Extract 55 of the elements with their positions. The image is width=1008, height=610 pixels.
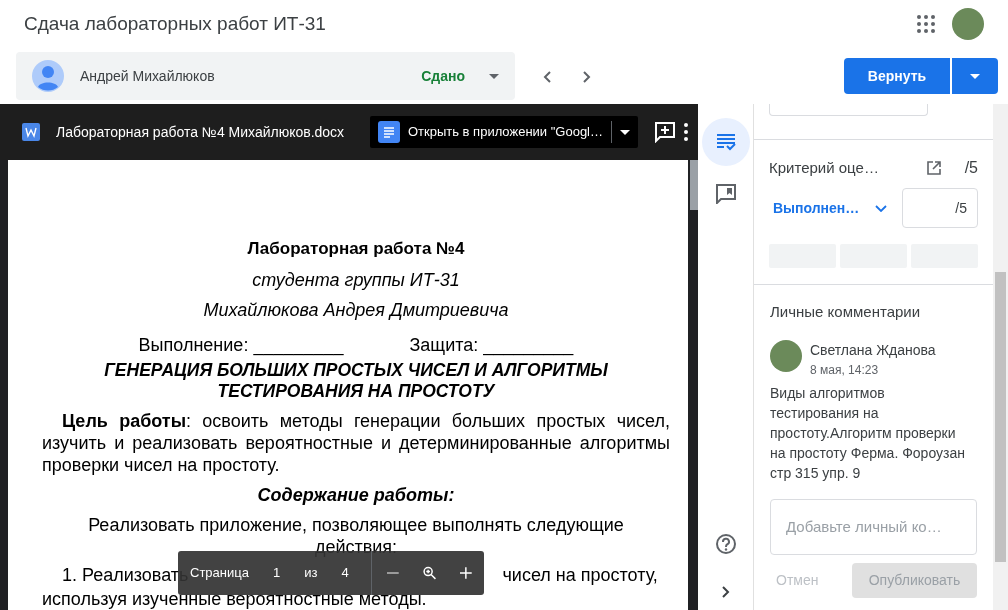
comment-bookmark-icon (715, 184, 736, 204)
document-title: Лабораторная работа №4 (246, 238, 466, 260)
document-subtitle: студента группы ИТ-31 (251, 269, 461, 291)
scrollbar[interactable] (993, 104, 1008, 610)
person-avatar-icon (32, 60, 64, 92)
rubric-tab[interactable] (701, 118, 750, 166)
scrollbar[interactable] (690, 160, 698, 210)
comment-time: 8 мая, 14:23 (810, 361, 880, 379)
chevron-left-icon (543, 70, 551, 83)
page-count: 4 (341, 564, 349, 583)
document-app-icon (377, 121, 400, 143)
more-options-icon[interactable] (684, 123, 688, 141)
form-field-text: Защита: _________ (409, 334, 574, 356)
dropdown-caret-icon (489, 73, 499, 79)
help-icon[interactable] (715, 534, 736, 554)
student-selector[interactable]: Андрей Михайлюков Сдано (16, 52, 515, 100)
submission-status: Сдано (421, 66, 465, 86)
caret-icon (970, 74, 980, 80)
file-name: Лабораторная работа №4 Михайлюков.docx (56, 122, 345, 142)
level-dropdown[interactable]: Выполнен… (769, 197, 888, 219)
document-heading: ГЕНЕРАЦИЯ БОЛЬШИХ ПРОСТЫХ ЧИСЕЛ И АЛГОРИТМЫ ТЕСТИРОВАНИЯ НА ПРОСТОТУ (103, 360, 609, 402)
comment-author: Светлана Жданова (810, 340, 936, 360)
word-file-icon (22, 123, 40, 141)
list-check-icon (715, 133, 736, 151)
form-field-text: Выполнение: _________ (138, 334, 344, 356)
document-subtitle: Михайлюкова Андрея Дмитриевича (202, 299, 510, 321)
student-name: Андрей Михайлюков (80, 66, 215, 86)
text-field[interactable] (769, 104, 928, 116)
comment-text: Виды алгоритмов тестирования на простоту.Алгоритм проверки на простоту Ферма. Фороузан стр 315 упр. 9 (770, 383, 966, 483)
comments-title: Личные комментарии (770, 302, 922, 322)
caret-icon (620, 129, 630, 135)
open-external-icon[interactable] (926, 161, 941, 175)
list-item-text: используя изученные вероятностные методы. (42, 588, 428, 610)
list-item-text: чисел на простоту, (502, 564, 658, 586)
expand-chevron-icon[interactable] (721, 586, 730, 598)
section-heading: Содержание работы: (256, 484, 456, 506)
chevron-down-icon (875, 204, 888, 212)
criterion-title: Критерий оце… (769, 157, 879, 178)
apps-grid-icon[interactable] (916, 14, 936, 34)
zoom-icon[interactable] (423, 564, 437, 582)
open-with-button[interactable]: Открыть в приложении "Googl… (369, 116, 638, 148)
page-label: Страница (190, 564, 249, 583)
chevron-right-icon (583, 70, 591, 83)
zoom-in-icon[interactable] (460, 565, 472, 581)
add-comment-icon[interactable] (654, 121, 676, 143)
page-number: 1 (272, 564, 281, 583)
document-paragraph: Цель работы: освоить методы генерации больших простых чисел, изучить и реализовать вероятностные и детерминированные алгоритмы проверки чисел на простоту. (42, 410, 670, 476)
max-points: /5 (964, 158, 978, 178)
account-avatar[interactable] (952, 8, 984, 40)
score-field[interactable]: /5 (902, 188, 978, 228)
commenter-avatar (770, 339, 802, 372)
return-button[interactable]: Вернуть (844, 58, 950, 94)
page-of-label: из (304, 564, 318, 583)
assignment-title: Сдача лабораторных работ ИТ-31 (24, 11, 326, 36)
comment-input[interactable]: Добавьте личный ко… (770, 498, 977, 555)
